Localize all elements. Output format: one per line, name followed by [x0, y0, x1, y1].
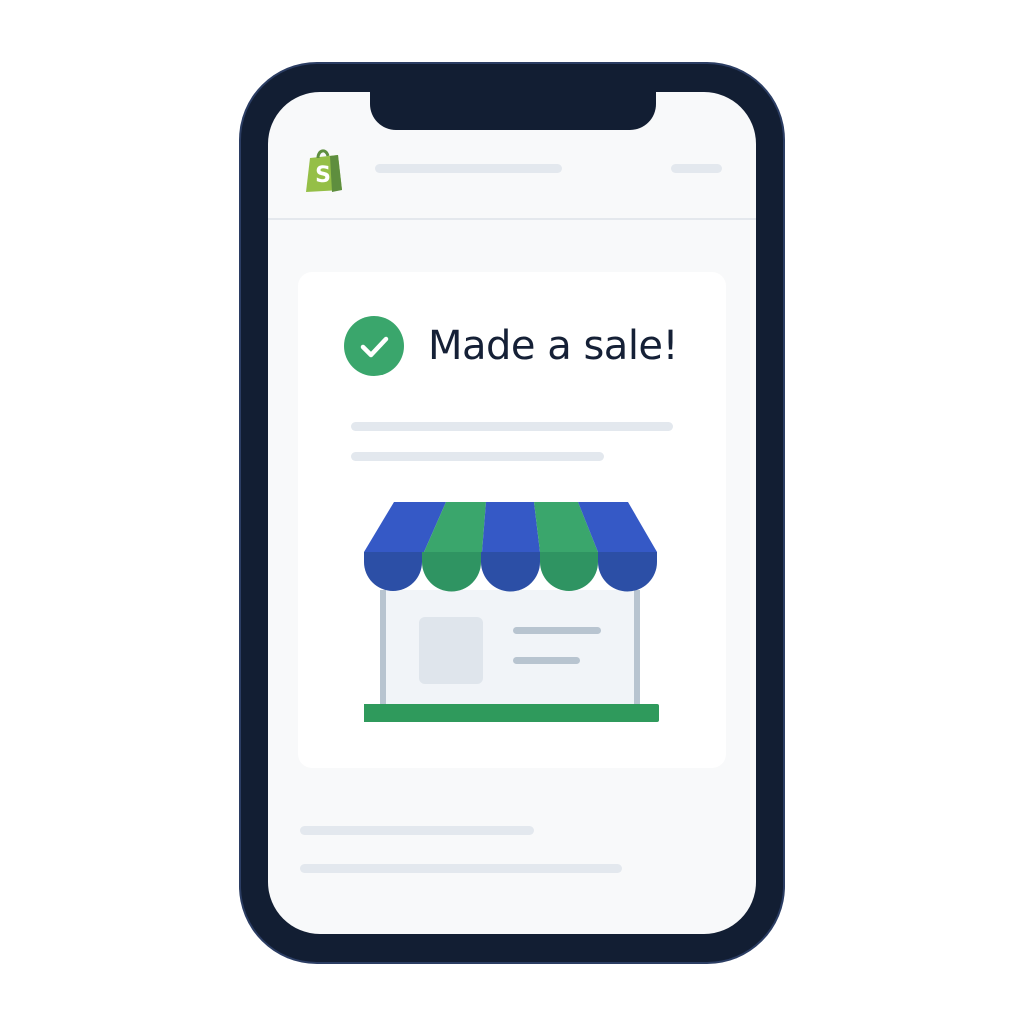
text-placeholder-line [300, 864, 622, 873]
header-title-placeholder [375, 164, 562, 173]
stage: S Made a sale! [0, 0, 1024, 1024]
text-placeholder-line [300, 826, 534, 835]
phone-screen: S Made a sale! [268, 92, 756, 934]
header-menu-placeholder[interactable] [671, 164, 722, 173]
text-placeholder-line [351, 452, 604, 461]
svg-text:S: S [315, 163, 331, 188]
sale-title: Made a sale! [428, 323, 679, 369]
sale-notification-card[interactable]: Made a sale! [298, 272, 726, 768]
storefront-awning-icon [364, 502, 659, 722]
check-circle-icon [344, 316, 404, 376]
phone-notch [370, 88, 656, 130]
text-placeholder-line [351, 422, 673, 431]
shopify-bag-icon[interactable]: S [304, 146, 346, 194]
